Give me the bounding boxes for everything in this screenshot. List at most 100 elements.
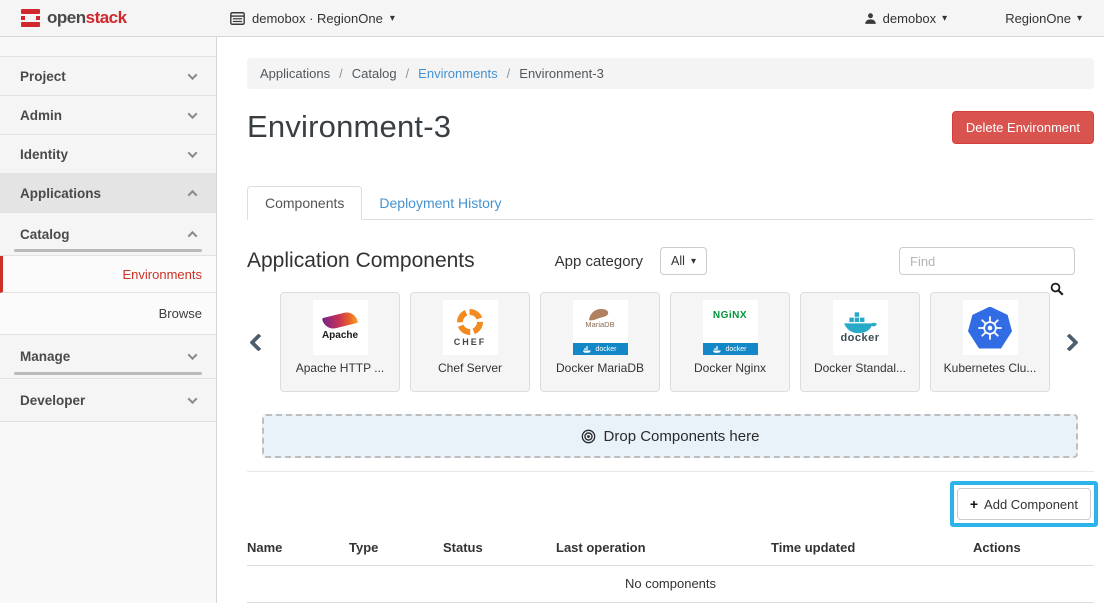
breadcrumb-separator: / xyxy=(339,66,343,81)
kubernetes-logo-icon xyxy=(963,300,1018,355)
carousel-left-icon[interactable] xyxy=(249,333,267,351)
nginx-logo-icon: NGiNX docker xyxy=(703,300,758,355)
chevron-down-icon xyxy=(188,148,198,158)
app-card-chef[interactable]: CHEF Chef Server xyxy=(410,292,530,392)
chevron-up-icon xyxy=(188,230,198,240)
sidebar-item-label: Environments xyxy=(123,267,202,282)
breadcrumb-applications: Applications xyxy=(260,66,330,81)
user-icon xyxy=(864,12,877,25)
sidebar: Project Admin Identity Applications Cata… xyxy=(0,37,217,603)
column-header-actions: Actions xyxy=(973,534,1094,566)
sidebar-item-environments[interactable]: Environments xyxy=(0,256,216,293)
app-card-label: Docker Nginx xyxy=(694,361,766,375)
docker-badge: docker xyxy=(573,343,628,355)
breadcrumb: Applications / Catalog / Environments / … xyxy=(247,58,1094,89)
sidebar-item-developer[interactable]: Developer xyxy=(0,379,216,422)
project-table-icon xyxy=(230,12,245,25)
openstack-logo-icon xyxy=(21,9,40,27)
column-header-type[interactable]: Type xyxy=(349,534,443,566)
tab-bar: Components Deployment History xyxy=(247,185,1094,220)
components-carousel: Apache Apache HTTP ... CHEF Chef Server xyxy=(247,292,1094,392)
add-component-button[interactable]: + Add Component xyxy=(957,488,1091,520)
column-header-status[interactable]: Status xyxy=(443,534,556,566)
tab-deployment-history[interactable]: Deployment History xyxy=(362,187,518,219)
region-menu-label: RegionOne xyxy=(1005,11,1071,26)
chevron-down-icon xyxy=(188,394,198,404)
sidebar-top-strip xyxy=(0,37,216,57)
caret-down-icon: ▾ xyxy=(942,13,947,24)
sidebar-item-project[interactable]: Project xyxy=(0,57,216,96)
user-menu-label: demobox xyxy=(883,11,936,26)
app-card-docker-mariadb[interactable]: MariaDB docker Docker MariaDB xyxy=(540,292,660,392)
chevron-down-icon xyxy=(188,350,198,360)
mariadb-logo-icon: MariaDB docker xyxy=(573,300,628,355)
application-components-heading: Application Components xyxy=(247,249,475,273)
app-card-docker-nginx[interactable]: NGiNX docker Docker Nginx xyxy=(670,292,790,392)
sidebar-item-catalog[interactable]: Catalog xyxy=(0,213,216,255)
app-card-label: Apache HTTP ... xyxy=(296,361,384,375)
sidebar-item-label: Catalog xyxy=(20,227,70,242)
table-header-row: Name Type Status Last operation Time upd… xyxy=(247,534,1094,566)
sidebar-item-admin[interactable]: Admin xyxy=(0,96,216,135)
components-table: Name Type Status Last operation Time upd… xyxy=(247,534,1094,603)
app-card-label: Docker Standal... xyxy=(814,361,906,375)
sidebar-item-applications[interactable]: Applications xyxy=(0,174,216,213)
sidebar-item-label: Admin xyxy=(20,108,62,123)
app-card-label: Chef Server xyxy=(438,361,502,375)
category-dropdown[interactable]: All ▾ xyxy=(660,247,707,275)
sidebar-item-label: Applications xyxy=(20,186,101,201)
app-card-label: Docker MariaDB xyxy=(556,361,644,375)
app-category-label: App category xyxy=(555,253,643,270)
caret-down-icon: ▾ xyxy=(390,13,395,24)
search-icon[interactable] xyxy=(1050,282,1064,301)
bullseye-icon xyxy=(581,429,596,444)
sidebar-item-manage[interactable]: Manage xyxy=(0,335,216,378)
category-value: All xyxy=(671,254,685,268)
breadcrumb-separator: / xyxy=(507,66,511,81)
sidebar-item-identity[interactable]: Identity xyxy=(0,135,216,174)
breadcrumb-current: Environment-3 xyxy=(519,66,604,81)
apache-logo-icon: Apache xyxy=(313,300,368,355)
topbar: openstack demobox · RegionOne ▾ demobox … xyxy=(0,0,1104,37)
chevron-down-icon xyxy=(188,109,198,119)
project-region-switcher[interactable]: demobox · RegionOne ▾ xyxy=(230,11,395,26)
caret-down-icon: ▾ xyxy=(691,256,696,267)
user-menu[interactable]: demobox ▾ xyxy=(864,11,948,26)
empty-state-text: No components xyxy=(247,566,1094,603)
drop-zone-label: Drop Components here xyxy=(604,428,760,445)
main-content: Applications / Catalog / Environments / … xyxy=(217,37,1104,603)
app-card-label: Kubernetes Clu... xyxy=(944,361,1037,375)
openstack-wordmark: openstack xyxy=(47,8,127,28)
add-component-label: Add Component xyxy=(984,497,1078,512)
docker-badge: docker xyxy=(703,343,758,355)
docker-logo-icon: docker xyxy=(833,300,888,355)
breadcrumb-environments-link[interactable]: Environments xyxy=(418,66,497,81)
breadcrumb-catalog: Catalog xyxy=(352,66,397,81)
page-title: Environment-3 xyxy=(247,109,451,145)
sidebar-item-label: Identity xyxy=(20,147,68,162)
column-header-time-updated[interactable]: Time updated xyxy=(771,534,973,566)
app-card-apache[interactable]: Apache Apache HTTP ... xyxy=(280,292,400,392)
add-component-highlight: + Add Component xyxy=(950,481,1098,527)
sidebar-item-label: Manage xyxy=(20,349,70,364)
plus-icon: + xyxy=(970,496,978,512)
project-region-label: demobox · RegionOne xyxy=(252,11,383,26)
column-header-name[interactable]: Name xyxy=(247,534,349,566)
app-card-docker-standalone[interactable]: docker Docker Standal... xyxy=(800,292,920,392)
chef-logo-icon: CHEF xyxy=(443,300,498,355)
drop-components-zone[interactable]: Drop Components here xyxy=(262,414,1078,458)
sidebar-item-browse[interactable]: Browse xyxy=(0,293,216,335)
region-menu[interactable]: RegionOne ▾ xyxy=(1005,11,1082,26)
tab-components[interactable]: Components xyxy=(247,186,362,220)
column-header-last-operation[interactable]: Last operation xyxy=(556,534,771,566)
find-input[interactable] xyxy=(899,247,1075,275)
sidebar-item-label: Project xyxy=(20,69,66,84)
sidebar-item-label: Developer xyxy=(20,393,85,408)
carousel-right-icon[interactable] xyxy=(1060,333,1078,351)
app-card-kubernetes[interactable]: Kubernetes Clu... xyxy=(930,292,1050,392)
sidebar-item-label: Browse xyxy=(159,306,202,321)
breadcrumb-separator: / xyxy=(406,66,410,81)
openstack-brand[interactable]: openstack xyxy=(0,8,217,28)
delete-environment-button[interactable]: Delete Environment xyxy=(952,111,1094,144)
chevron-up-icon xyxy=(188,189,198,199)
